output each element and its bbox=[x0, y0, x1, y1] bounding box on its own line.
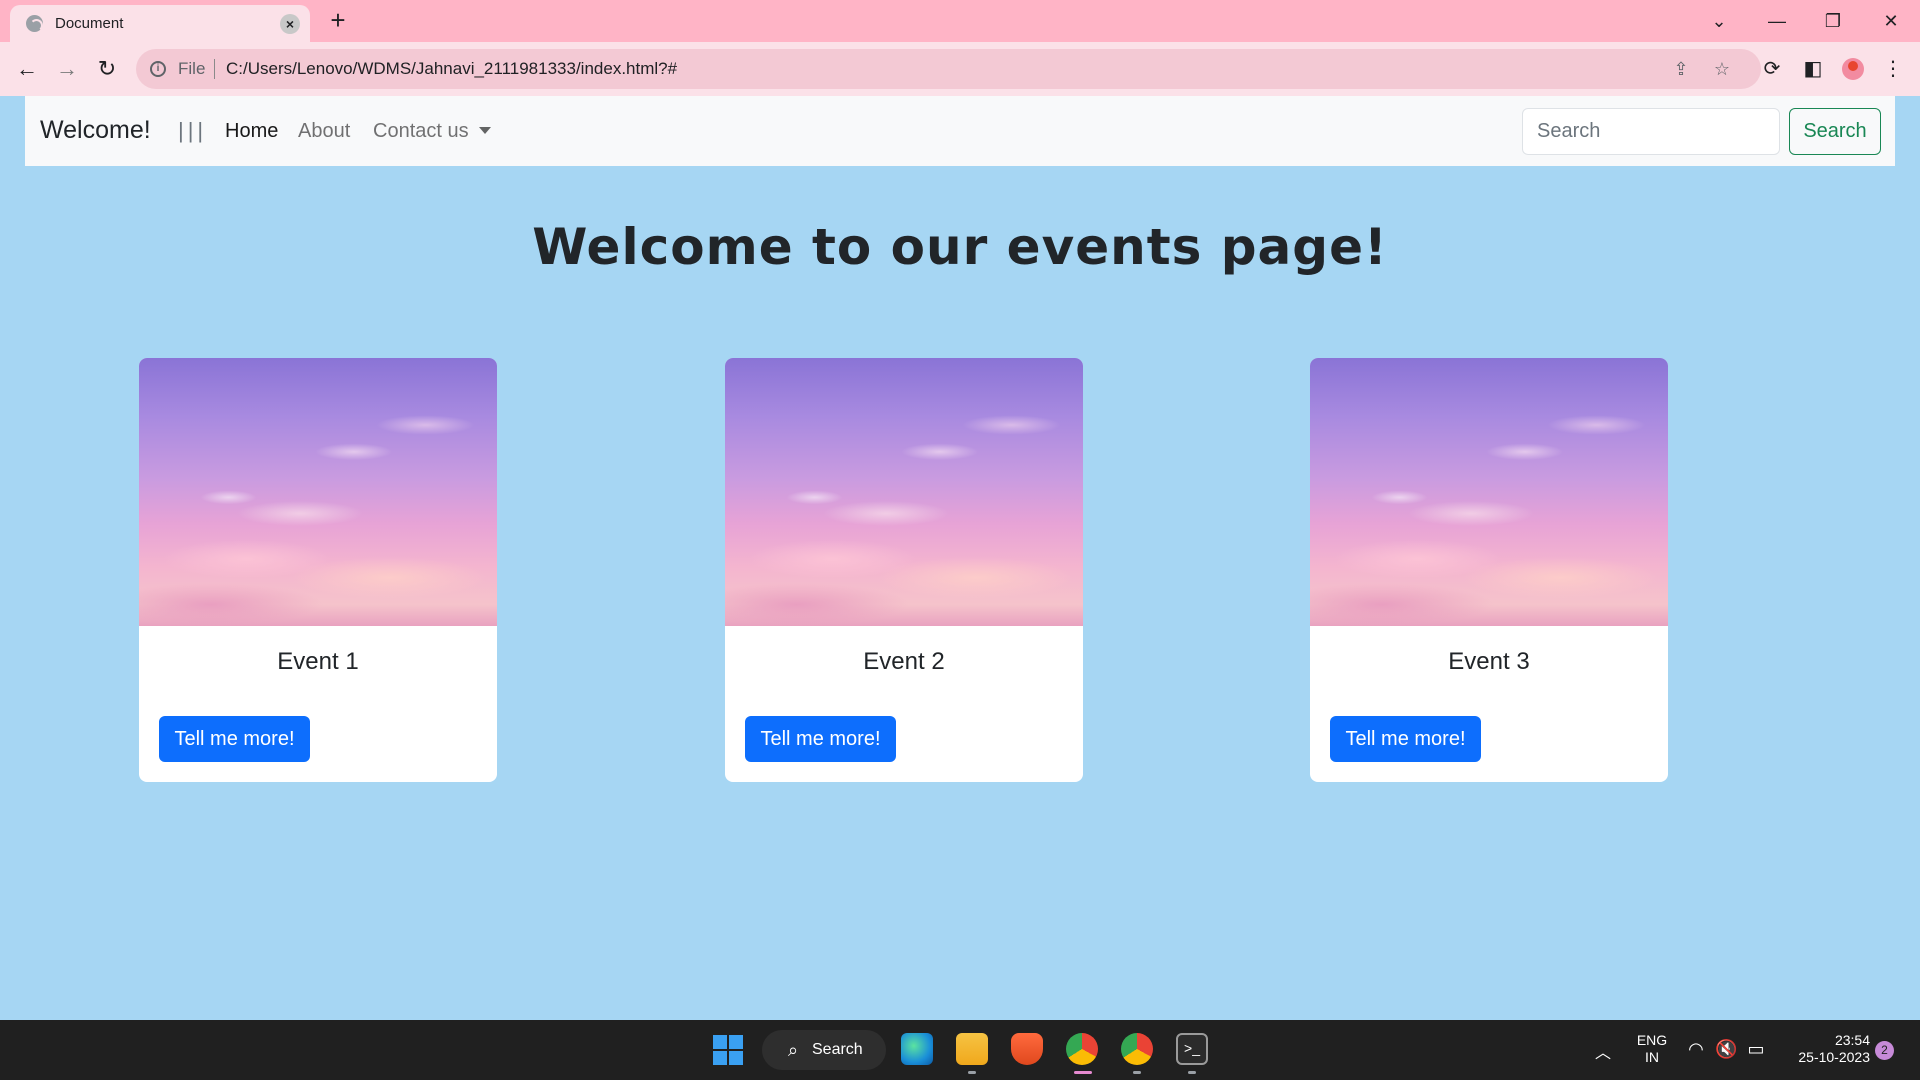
browser-titlebar: Document × + ⌄ — ❐ ✕ bbox=[0, 0, 1920, 42]
taskbar: ⌕ Search >_ ︿ ENG IN ◠ 🔇 ▭ 23:54 25-10-2… bbox=[0, 1020, 1920, 1080]
event-image bbox=[1310, 358, 1668, 626]
speaker-muted-icon[interactable]: 🔇 bbox=[1715, 1039, 1737, 1060]
browser-toolbar: ← → ↻ i File C:/Users/Lenovo/WDMS/Jahnav… bbox=[0, 42, 1920, 96]
menu-kebab-icon[interactable]: ⋮ bbox=[1879, 55, 1907, 83]
running-indicator bbox=[968, 1071, 976, 1074]
event-image bbox=[725, 358, 1083, 626]
time-label: 23:54 bbox=[1834, 1032, 1870, 1048]
restore-button[interactable]: ❐ bbox=[1813, 6, 1853, 36]
forward-arrow-icon[interactable]: → bbox=[50, 52, 84, 86]
tab-search-icon[interactable]: ⌄ bbox=[1699, 6, 1739, 36]
minimize-button[interactable]: — bbox=[1757, 6, 1797, 36]
tell-me-more-button[interactable]: Tell me more! bbox=[1330, 716, 1481, 762]
nav-dropdown-contact[interactable]: Contact us bbox=[373, 120, 491, 143]
url-scheme-label: File bbox=[178, 59, 206, 78]
chrome-profile-icon[interactable] bbox=[1121, 1033, 1153, 1065]
nav-link-home[interactable]: Home bbox=[225, 120, 278, 143]
new-tab-button[interactable]: + bbox=[324, 6, 352, 34]
address-bar[interactable]: i File C:/Users/Lenovo/WDMS/Jahnavi_2111… bbox=[136, 49, 1761, 89]
event-card: Event 1 Tell me more! bbox=[139, 358, 497, 782]
date-label: 25-10-2023 bbox=[1798, 1049, 1870, 1065]
event-image bbox=[139, 358, 497, 626]
region-label: IN bbox=[1645, 1049, 1659, 1065]
running-indicator bbox=[1133, 1071, 1141, 1074]
nav-link-about[interactable]: About bbox=[298, 120, 350, 143]
caret-down-icon bbox=[478, 127, 491, 134]
running-indicator bbox=[1188, 1071, 1196, 1074]
terminal-icon[interactable]: >_ bbox=[1176, 1033, 1208, 1065]
taskbar-search-label: Search bbox=[812, 1041, 863, 1058]
event-title: Event 3 bbox=[1448, 648, 1530, 675]
url-text[interactable]: C:/Users/Lenovo/WDMS/Jahnavi_2111981333/… bbox=[226, 59, 677, 79]
back-arrow-icon[interactable]: ← bbox=[10, 52, 44, 86]
profile-avatar-icon[interactable] bbox=[1842, 58, 1864, 80]
event-card: Event 3 Tell me more! bbox=[1310, 358, 1668, 782]
tab-title: Document bbox=[55, 15, 124, 32]
tab-close-icon[interactable]: × bbox=[280, 14, 300, 34]
reload-icon[interactable]: ↻ bbox=[90, 52, 124, 86]
globe-icon bbox=[26, 15, 43, 32]
event-title: Event 1 bbox=[277, 648, 359, 675]
chrome-icon[interactable] bbox=[1066, 1033, 1098, 1065]
windows-start-icon[interactable] bbox=[713, 1035, 743, 1065]
file-explorer-icon[interactable] bbox=[956, 1033, 988, 1065]
battery-icon[interactable]: ▭ bbox=[1745, 1039, 1767, 1060]
extension-icon[interactable]: ⟳ bbox=[1758, 55, 1786, 83]
edge-browser-icon[interactable] bbox=[901, 1033, 933, 1065]
page-viewport: Welcome! ||| Home About Contact us Searc… bbox=[0, 96, 1920, 1020]
brave-browser-icon[interactable] bbox=[1011, 1033, 1043, 1065]
wifi-icon[interactable]: ◠ bbox=[1685, 1039, 1707, 1060]
tell-me-more-button[interactable]: Tell me more! bbox=[745, 716, 896, 762]
navbar-divider: ||| bbox=[178, 118, 208, 143]
language-indicator[interactable]: ENG IN bbox=[1630, 1032, 1674, 1066]
share-icon[interactable]: ⇪ bbox=[1669, 57, 1693, 81]
side-panel-icon[interactable]: ◧ bbox=[1799, 55, 1827, 83]
bookmark-star-icon[interactable]: ☆ bbox=[1710, 57, 1734, 81]
taskbar-search[interactable]: ⌕ Search bbox=[762, 1030, 886, 1070]
page-title: Welcome to our events page! bbox=[532, 218, 1388, 276]
site-navbar: Welcome! ||| Home About Contact us Searc… bbox=[25, 96, 1895, 166]
language-label: ENG bbox=[1636, 1032, 1668, 1048]
nav-link-contact-label: Contact us bbox=[373, 120, 469, 142]
event-title: Event 2 bbox=[863, 648, 945, 675]
tell-me-more-button[interactable]: Tell me more! bbox=[159, 716, 310, 762]
clock[interactable]: 23:54 25-10-2023 bbox=[1780, 1032, 1870, 1066]
active-indicator bbox=[1074, 1071, 1092, 1074]
browser-tab[interactable]: Document × bbox=[10, 5, 310, 42]
close-window-button[interactable]: ✕ bbox=[1871, 6, 1911, 36]
info-icon[interactable]: i bbox=[150, 61, 166, 77]
chevron-up-icon[interactable]: ︿ bbox=[1592, 1039, 1614, 1063]
address-divider bbox=[214, 59, 215, 79]
search-input[interactable] bbox=[1522, 108, 1780, 155]
notification-badge[interactable]: 2 bbox=[1875, 1041, 1894, 1060]
event-card: Event 2 Tell me more! bbox=[725, 358, 1083, 782]
search-button[interactable]: Search bbox=[1789, 108, 1881, 155]
search-icon: ⌕ bbox=[788, 1040, 799, 1060]
navbar-brand[interactable]: Welcome! bbox=[40, 116, 151, 145]
